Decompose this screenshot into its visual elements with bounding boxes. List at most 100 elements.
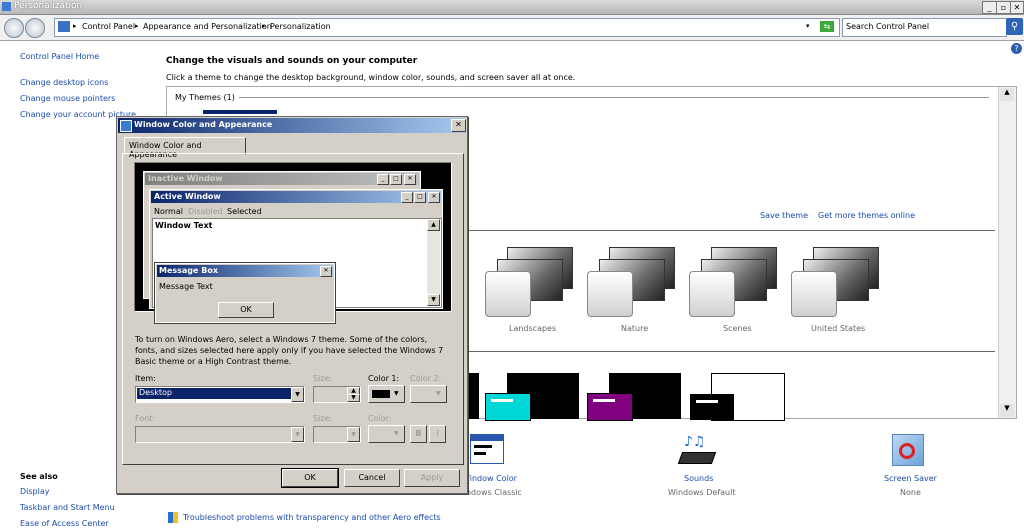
get-more-themes-link[interactable]: Get more themes online [818,211,915,220]
control-panel-home-link[interactable]: Control Panel Home [20,52,99,61]
active-window-title: Active Window [154,192,221,201]
color2-label: Color 2: [410,374,442,383]
screen-saver-icon [892,434,924,466]
item-label: Item: [135,374,156,383]
aero-info-text: To turn on Windows Aero, select a Window… [135,335,444,366]
theme-scenes[interactable]: Scenes [681,247,781,347]
scrollbar[interactable]: ▲ ▼ [998,87,1016,418]
maximize-button[interactable]: ▫ [996,1,1011,14]
item-selected-value: Desktop [137,388,291,399]
dropdown-arrow-icon[interactable]: ▾ [806,22,810,30]
chevron-icon: ▸ [262,22,266,30]
minimize-button[interactable]: _ [982,1,997,14]
menu-disabled: Disabled [188,207,223,216]
window-text: Window Text [155,221,213,230]
window-color-item[interactable]: Window Color Windows Classic [456,432,536,498]
search-icon[interactable]: ⚲ [1006,18,1023,35]
back-button[interactable] [4,18,24,38]
page-subtitle: Click a theme to change the desktop back… [166,73,576,82]
apply-button[interactable]: Apply [404,469,460,487]
divider [467,351,995,352]
forward-button[interactable] [25,18,45,38]
shield-icon [168,512,178,523]
change-desktop-icons-link[interactable]: Change desktop icons [20,78,108,87]
theme-nature[interactable]: Nature [579,247,679,347]
breadcrumb-appearance[interactable]: Appearance and Personalization [143,22,272,31]
menu-normal: Normal [154,207,183,216]
address-field[interactable]: ▸ Control Panel ▸ Appearance and Persona… [54,18,840,37]
size-spinner[interactable]: ▲ ▼ [313,386,361,403]
dialog-icon [120,120,132,132]
item-select[interactable]: Desktop ▼ [135,386,305,403]
see-also-heading: See also [20,472,58,481]
refresh-icon[interactable]: ⇆ [820,21,834,32]
theme-high-contrast-white[interactable] [690,373,785,421]
theme-united-states[interactable]: United States [783,247,883,347]
theme-landscapes[interactable]: Landscapes [477,247,577,347]
tab-panel: Inactive Window _ □ ✕ Active Window _ □ … [122,153,464,465]
ease-of-access-link[interactable]: Ease of Access Center [20,519,109,528]
color1-label: Color 1: [368,374,400,383]
color1-picker[interactable]: ▼ [368,385,405,403]
divider [239,97,989,98]
sounds-item[interactable]: ♪♫ Sounds Windows Default [666,432,746,498]
window-color-icon [470,434,504,464]
my-themes-heading: My Themes (1) [175,93,235,102]
window-text-area: Window Text ▲ ▼ Message Box ✕ Message Te… [152,218,442,324]
app-icon [2,2,11,11]
breadcrumb-control-panel[interactable]: Control Panel [82,22,135,31]
screen-saver-item[interactable]: Screen Saver None [878,432,958,498]
appearance-preview: Inactive Window _ □ ✕ Active Window _ □ … [134,162,452,324]
breadcrumb-personalization[interactable]: Personalization [270,22,331,31]
chevron-icon: ▸ [135,22,139,30]
window-color-label[interactable]: Window Color [462,474,517,483]
search-input[interactable]: Search Control Panel [842,18,1007,37]
dialog-close-button[interactable]: ✕ [451,119,466,132]
change-mouse-pointers-link[interactable]: Change mouse pointers [20,94,115,103]
theme-label: Landscapes [509,324,557,333]
title-bar: Personalization _ ▫ ✕ [0,0,1024,15]
page-title: Change the visuals and sounds on your co… [166,56,418,66]
active-window-preview: Active Window _ □ ✕ Normal Disabled Sele… [149,189,443,324]
theme-basic-partial[interactable] [467,373,479,419]
ok-button[interactable]: OK [281,468,339,488]
sounds-label[interactable]: Sounds [684,474,713,483]
dialog-title: Window Color and Appearance [134,120,273,129]
menu-selected: Selected [227,207,262,216]
divider [467,230,995,231]
theme-high-contrast-2[interactable] [587,373,681,421]
troubleshoot-link[interactable]: Troubleshoot problems with transparency … [183,513,441,522]
close-button[interactable]: ✕ [1010,1,1024,14]
cancel-button[interactable]: Cancel [344,469,400,487]
theme-high-contrast-1[interactable] [485,373,579,421]
theme-label: Nature [621,324,649,333]
help-icon[interactable]: ? [1011,43,1022,54]
window-color-dialog: Window Color and Appearance ✕ Window Col… [116,116,468,494]
font-color-label: Color: [368,414,392,423]
dialog-title-bar: Window Color and Appearance ✕ [118,118,466,133]
save-theme-link[interactable]: Save theme [760,211,808,220]
font-size-select[interactable]: ▼ [313,426,361,443]
address-bar: ▸ Control Panel ▸ Appearance and Persona… [0,15,1024,41]
inactive-window-title: Inactive Window [148,174,223,183]
font-select[interactable]: ▼ [135,426,305,443]
font-label: Font: [135,414,156,423]
font-size-label: Size: [313,414,333,423]
font-color-picker[interactable]: ▼ [368,425,405,443]
display-link[interactable]: Display [20,487,50,496]
italic-button[interactable]: I [429,425,446,443]
theme-label: Scenes [723,324,752,333]
bold-button[interactable]: B [410,425,427,443]
sounds-icon: ♪♫ [677,434,717,464]
my-theme-thumbnail[interactable] [203,110,277,114]
chevron-icon: ▸ [73,22,77,30]
screen-saver-label[interactable]: Screen Saver [884,474,937,483]
sounds-sub: Windows Default [668,488,736,497]
size-label: Size: [313,374,333,383]
taskbar-link[interactable]: Taskbar and Start Menu [20,503,115,512]
message-text: Message Text [159,282,213,291]
color2-picker[interactable]: ▼ [410,385,447,403]
message-box-preview: Message Box ✕ Message Text OK [154,262,336,324]
control-panel-icon [58,21,70,32]
message-box-title: Message Box [159,266,218,275]
